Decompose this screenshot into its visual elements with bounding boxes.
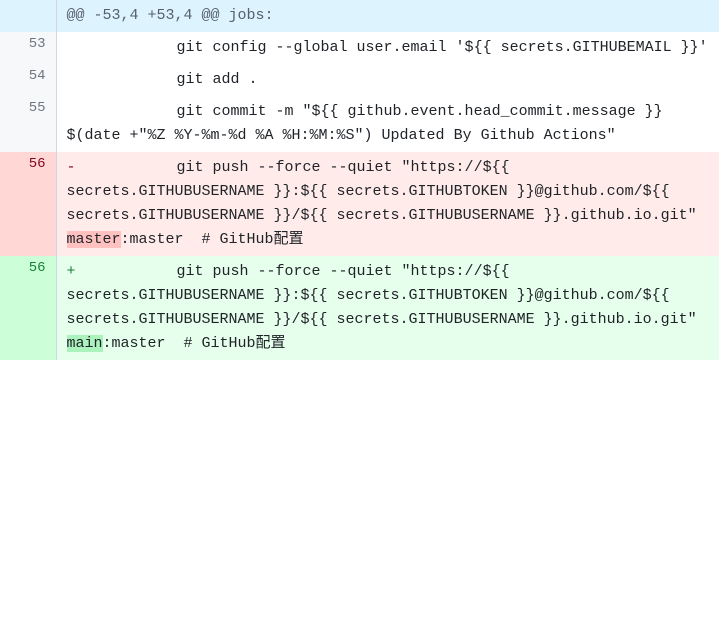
hunk-header: @@ -53,4 +53,4 @@ jobs: [56,0,719,32]
line-marker [67,68,87,92]
hunk-header-row: @@ -53,4 +53,4 @@ jobs: [0,0,719,32]
deletion-row: 56 - git push --force --quiet "https://$… [0,152,719,256]
changed-text-added: main [67,335,103,352]
code-line[interactable]: git commit -m "${{ github.event.head_com… [56,96,719,152]
line-marker [67,100,87,124]
changed-text-deleted: master [67,231,121,248]
context-row: 54 git add . [0,64,719,96]
code-text: git add . [87,71,258,88]
deletion-marker: - [67,156,87,180]
addition-row: 56 + git push --force --quiet "https://$… [0,256,719,360]
code-text: git config --global user.email '${{ secr… [87,39,708,56]
code-text: git commit -m "${{ github.event.head_com… [67,103,672,144]
diff-table: @@ -53,4 +53,4 @@ jobs: 53 git config --… [0,0,719,360]
code-text: :master # GitHub配置 [121,231,304,248]
line-number-cell: 56 [0,256,56,360]
context-row: 55 git commit -m "${{ github.event.head_… [0,96,719,152]
code-line-deleted[interactable]: - git push --force --quiet "https://${{ … [56,152,719,256]
code-line-added[interactable]: + git push --force --quiet "https://${{ … [56,256,719,360]
code-line[interactable]: git config --global user.email '${{ secr… [56,32,719,64]
line-marker [67,36,87,60]
code-text: git push --force --quiet "https://${{ se… [67,159,706,224]
code-text: :master # GitHub配置 [103,335,286,352]
line-number-cell: 56 [0,152,56,256]
line-number-cell: 53 [0,32,56,64]
line-number-cell: 55 [0,96,56,152]
line-number-cell [0,0,56,32]
line-number-cell: 54 [0,64,56,96]
code-line[interactable]: git add . [56,64,719,96]
context-row: 53 git config --global user.email '${{ s… [0,32,719,64]
code-text: git push --force --quiet "https://${{ se… [67,263,706,328]
addition-marker: + [67,260,87,284]
